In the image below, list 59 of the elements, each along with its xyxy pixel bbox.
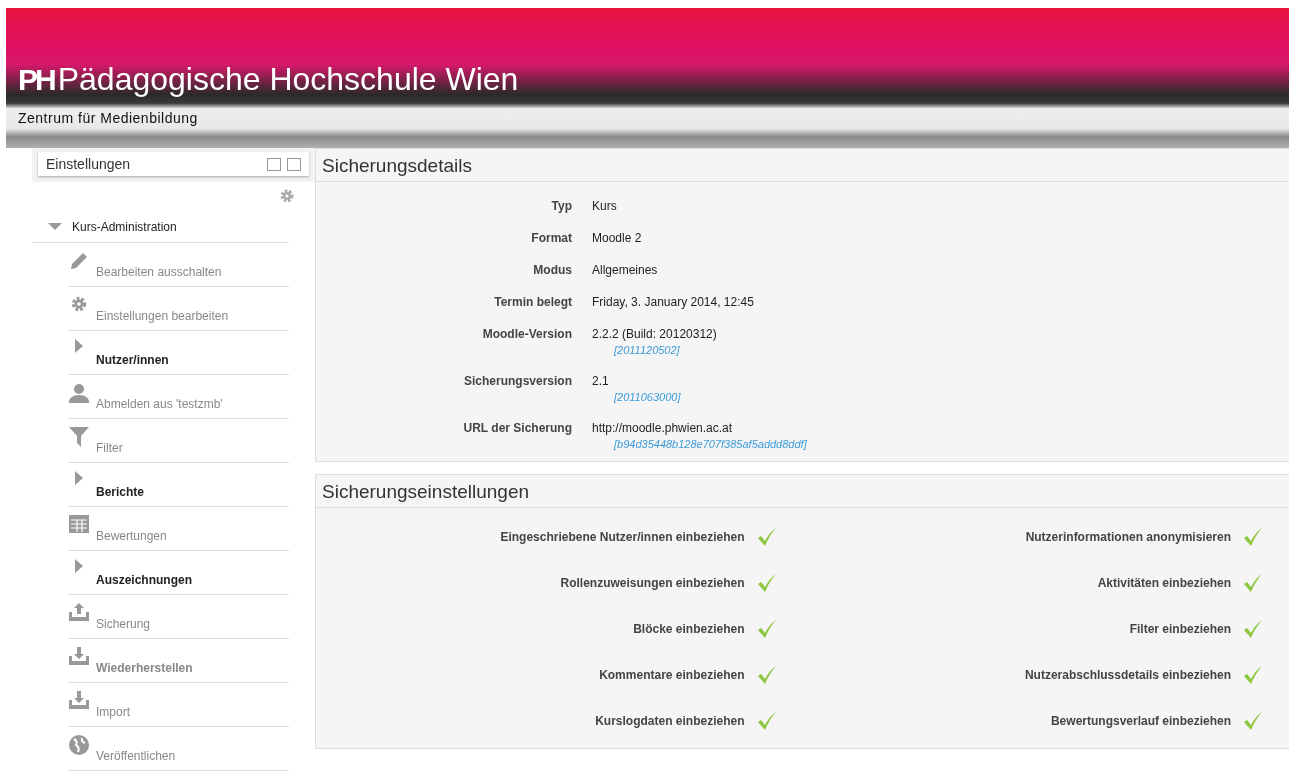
field-label: URL der Sicherung [462,421,572,437]
site-title: Pädagogische Hochschule Wien [57,61,519,98]
nav-link[interactable]: Wiederherstellen [96,661,193,675]
settings-icon[interactable] [279,188,295,204]
upload-icon [69,603,89,621]
user-icon [69,383,89,403]
nav-link[interactable]: Veröffentlichen [96,749,176,763]
nav-link[interactable]: Bewertungen [96,529,167,543]
field-value: 2.2.2 (Build: 20120312) [592,327,718,341]
logo: PH [18,62,54,97]
setting-label: Rollenzuweisungen einbeziehen [559,576,745,590]
field-label: Format [530,231,572,245]
field-label: Typ [550,199,572,213]
setting-label: Eingeschriebene Nutzer/innen einbeziehen [499,530,745,544]
collapse-button[interactable] [267,157,281,171]
setting-label: Kommentare einbeziehen [598,668,745,682]
field-label: Termin belegt [493,295,572,309]
table-icon [69,515,89,533]
nav-link[interactable]: Sicherung [96,617,151,631]
nav-link[interactable]: Einstellungen bearbeiten [96,309,229,323]
nav-link[interactable]: Auszeichnungen [96,573,192,587]
download-icon [69,647,89,665]
field-value: Allgemeines [592,263,659,277]
caret-right-icon [75,339,83,353]
version-link[interactable]: [b94d35448b128e707f385af5addd8ddf] [592,438,1289,450]
setting-label: Nutzerabschlussdetails einbeziehen [1023,668,1231,682]
nav-link[interactable]: Filter [96,441,123,455]
nav-link[interactable]: Abmelden aus 'testzmb' [96,397,223,411]
section-label[interactable]: Kurs-Administration [72,220,177,234]
version-link[interactable]: [2011063000] [592,391,1289,403]
field-label: Modus [532,263,572,277]
filter-icon [69,427,89,447]
field-value: http://moodle.phwien.ac.at [592,421,734,435]
dock-button[interactable] [287,157,301,171]
field-label: Moodle-Version [481,327,572,343]
download-icon [69,691,89,709]
field-value: Moodle 2 [592,231,643,245]
nav-link[interactable]: Nutzer/innen [96,353,169,367]
field-value: Friday, 3. January 2014, 12:45 [592,295,755,309]
site-subtitle: Zentrum für Medienbildung [17,110,199,128]
block-title: Einstellungen [46,156,131,172]
globe-icon [69,735,89,755]
field-label: Sicherungsversion [462,374,572,390]
setting-label: Bewertungsverlauf einbeziehen [1049,714,1231,728]
nav-link[interactable]: Bearbeiten ausschalten [96,265,222,279]
setting-label: Nutzerinformationen anonymisieren [1024,530,1231,544]
field-value: Kurs [592,199,618,213]
setting-label: Blöcke einbeziehen [632,622,745,636]
nav-link[interactable]: Berichte [96,485,145,499]
field-value: 2.1 [592,374,610,388]
gear-icon [70,295,88,313]
setting-label: Kurslogdaten einbeziehen [594,714,745,728]
caret-right-icon [75,471,83,485]
nav-link[interactable]: Import [96,705,130,719]
setting-label: Filter einbeziehen [1128,622,1231,636]
setting-label: Aktivitäten einbeziehen [1096,576,1231,590]
caret-right-icon [75,559,83,573]
version-link[interactable]: [2011120502] [592,344,1289,356]
pencil-icon [69,251,89,271]
